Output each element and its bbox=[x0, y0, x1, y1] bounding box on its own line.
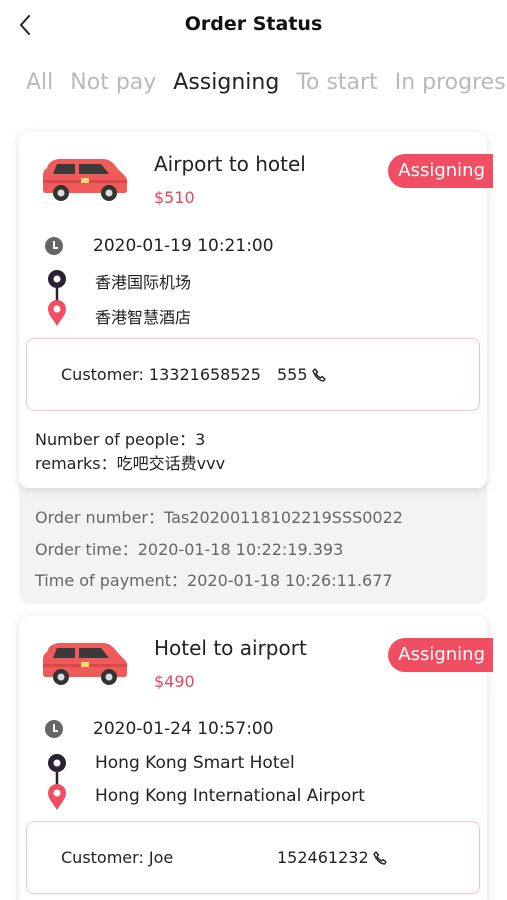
status-tabs: All Not pay Assigning To start In progress bbox=[26, 70, 507, 104]
van-icon bbox=[43, 159, 128, 201]
phone-icon bbox=[372, 850, 387, 865]
order-main: Airport to hotel $510 Assigning 2020-01-… bbox=[19, 132, 493, 488]
van-icon bbox=[43, 643, 128, 685]
tab-all[interactable]: All bbox=[26, 70, 53, 95]
pickup-datetime: 2020-01-19 10:21:00 bbox=[93, 236, 274, 256]
order-main: Hotel to airport $490 Assigning 2020-01-… bbox=[19, 616, 493, 900]
customer-box: Customer: 13321658525 555 bbox=[26, 338, 480, 411]
order-price: $510 bbox=[154, 188, 195, 207]
tab-to-start[interactable]: To start bbox=[296, 70, 377, 95]
dropoff-location: 香港智慧酒店 bbox=[95, 308, 192, 327]
schedule-row: 2020-01-19 10:21:00 bbox=[45, 236, 274, 256]
tab-in-progress[interactable]: In progress bbox=[395, 70, 507, 95]
tab-assigning[interactable]: Assigning bbox=[173, 70, 279, 95]
clock-icon bbox=[45, 720, 63, 738]
schedule-row: 2020-01-24 10:57:00 bbox=[45, 719, 274, 739]
phone-icon bbox=[311, 367, 326, 382]
status-badge: Assigning bbox=[388, 154, 493, 188]
order-card[interactable]: Airport to hotel $510 Assigning 2020-01-… bbox=[19, 132, 493, 604]
page-title: Order Status bbox=[184, 13, 323, 35]
pickup-location: Hong Kong Smart Hotel bbox=[95, 753, 295, 773]
route-pin-icon bbox=[48, 270, 66, 326]
people-count: Number of people：3 bbox=[35, 430, 206, 449]
customer-phone[interactable]: 152461232 bbox=[277, 848, 388, 867]
route-pin-icon bbox=[48, 754, 66, 810]
payment-time: Time of payment：2020-01-18 10:26:11.677 bbox=[35, 571, 393, 590]
status-badge: Assigning bbox=[388, 638, 493, 672]
customer-phone[interactable]: 555 bbox=[277, 365, 327, 384]
route-title: Airport to hotel bbox=[154, 152, 306, 176]
order-time: Order time：2020-01-18 10:22:19.393 bbox=[35, 540, 344, 559]
order-price: $490 bbox=[154, 672, 195, 691]
order-number: Order number：Tas20200118102219SSS0022 bbox=[35, 508, 403, 527]
tab-not-pay[interactable]: Not pay bbox=[70, 70, 156, 95]
customer-name: Customer: 13321658525 bbox=[61, 365, 261, 384]
customer-name: Customer: Joe bbox=[61, 848, 174, 867]
pickup-location: 香港国际机场 bbox=[95, 273, 192, 292]
customer-box: Customer: Joe 152461232 bbox=[26, 821, 480, 894]
pickup-datetime: 2020-01-24 10:57:00 bbox=[93, 719, 274, 739]
route-title: Hotel to airport bbox=[154, 636, 307, 660]
order-card[interactable]: Hotel to airport $490 Assigning 2020-01-… bbox=[19, 616, 493, 900]
header: Order Status bbox=[0, 0, 507, 52]
remarks: remarks：吃吧交话费vvv bbox=[35, 454, 226, 473]
clock-icon bbox=[45, 237, 63, 255]
dropoff-location: Hong Kong International Airport bbox=[95, 786, 365, 806]
